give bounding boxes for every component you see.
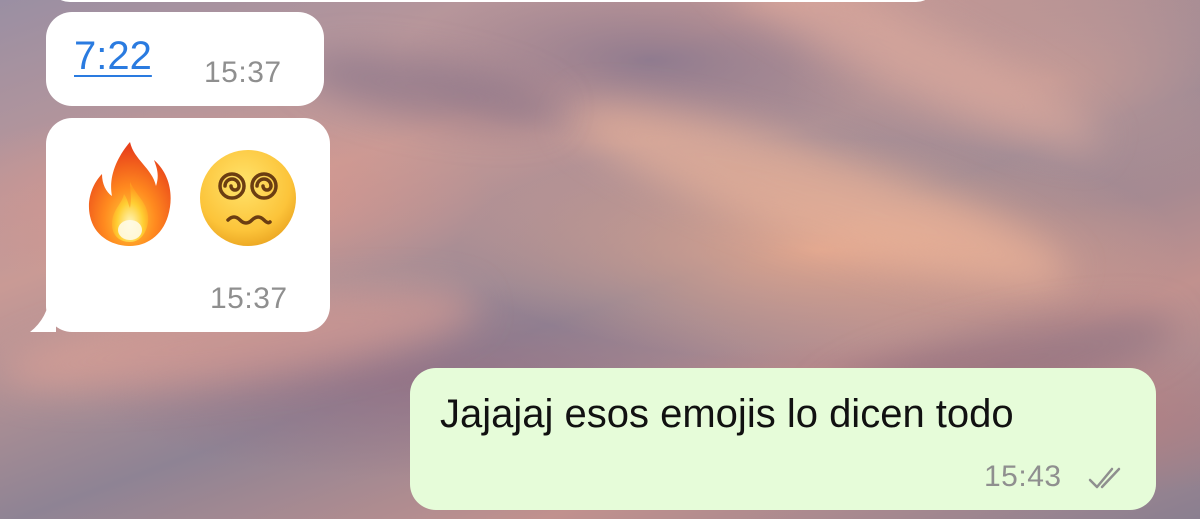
incoming-emoji-message-bubble[interactable]: 15:37 xyxy=(46,118,330,332)
incoming-message-bubble[interactable]: 7:22 15:37 xyxy=(46,12,324,106)
timestamp-link[interactable]: 7:22 xyxy=(74,34,152,79)
message-text: Jajajaj esos emojis lo dicen todo xyxy=(440,392,1014,436)
outgoing-message-bubble[interactable]: Jajajaj esos emojis lo dicen todo 15:43 xyxy=(410,368,1156,510)
message-time: 15:37 xyxy=(204,56,282,89)
message-time: 15:37 xyxy=(210,282,288,315)
message-time: 15:43 xyxy=(984,460,1062,493)
dizzy-face-emoji xyxy=(200,150,296,246)
double-check-read-icon xyxy=(1088,467,1121,489)
fire-emoji xyxy=(88,142,171,246)
previous-message-bubble-edge xyxy=(48,0,938,2)
